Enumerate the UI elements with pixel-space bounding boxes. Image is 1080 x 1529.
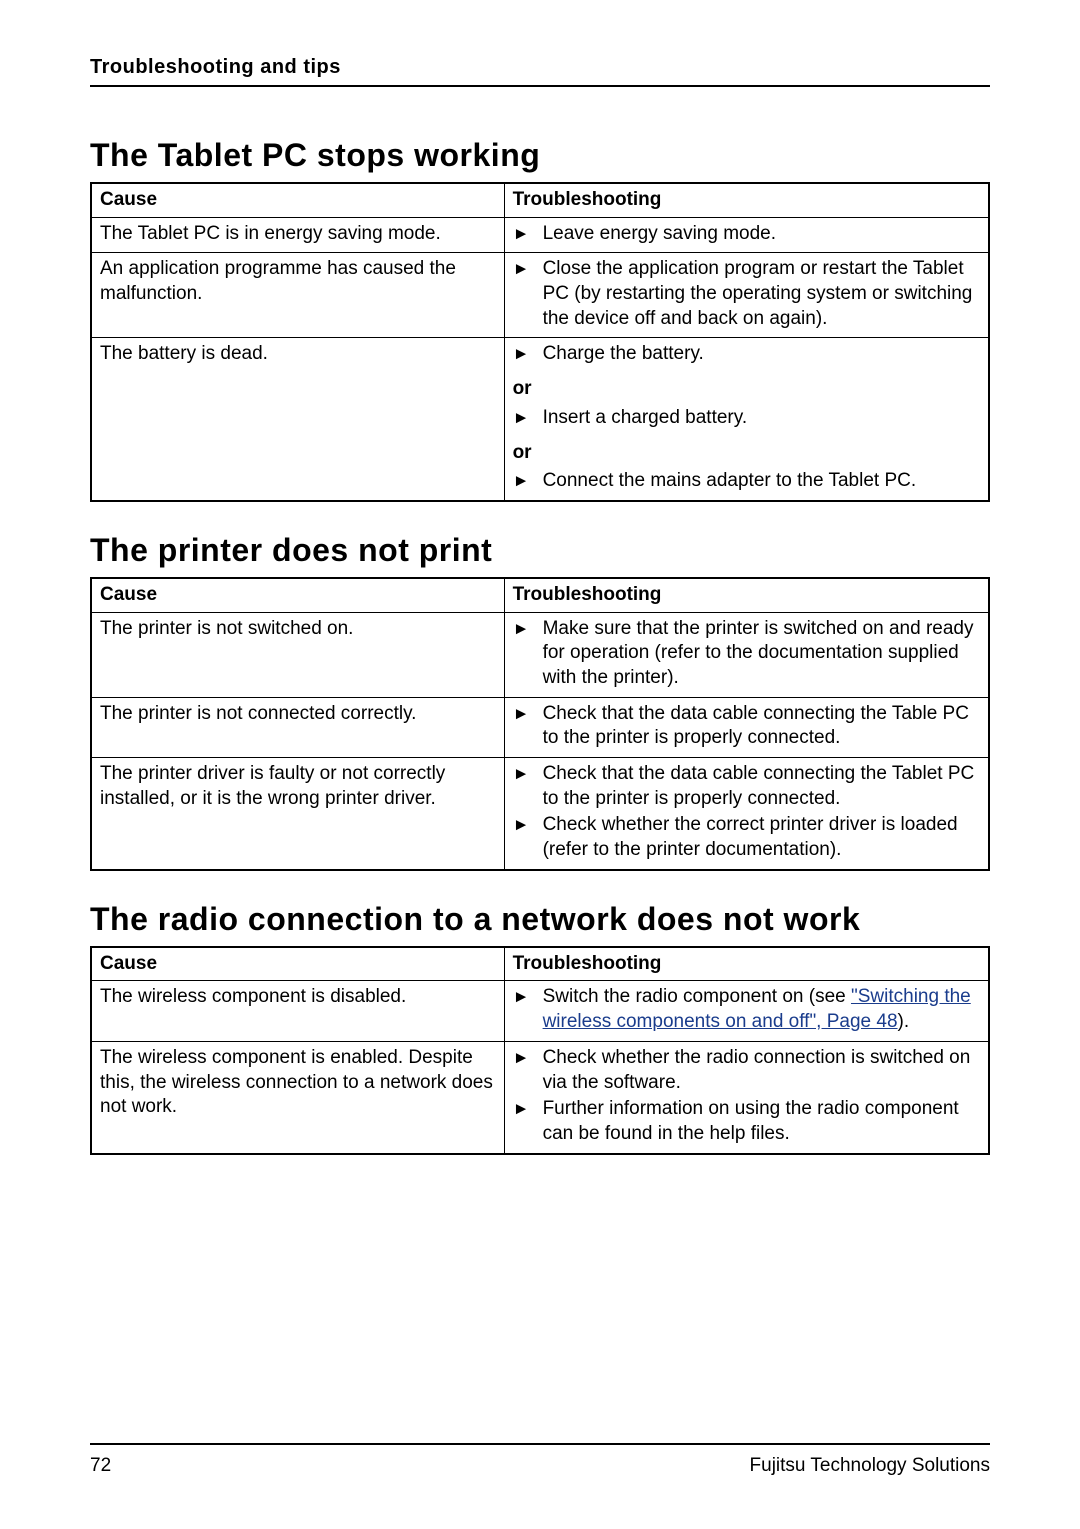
col-header-cause: Cause [91, 183, 504, 217]
footer-brand: Fujitsu Technology Solutions [750, 1455, 990, 1477]
or-separator: or [513, 377, 980, 402]
col-header-cause: Cause [91, 947, 504, 981]
or-separator: or [513, 441, 980, 466]
action-marker-icon: ► [513, 342, 543, 366]
table-row: The printer driver is faulty or not corr… [91, 758, 989, 870]
col-header-troubleshooting: Troubleshooting [504, 183, 989, 217]
fix-cell: ► Check whether the radio connection is … [504, 1041, 989, 1153]
section-heading-tablet-stops: The Tablet PC stops working [90, 137, 990, 174]
page-footer: 72 Fujitsu Technology Solutions [90, 1443, 990, 1477]
action-marker-icon: ► [513, 469, 543, 493]
action-text: Leave energy saving mode. [543, 222, 980, 247]
action-text-after: ). [898, 1011, 910, 1032]
col-header-troubleshooting: Troubleshooting [504, 578, 989, 612]
action-text: Check whether the radio connection is sw… [543, 1046, 980, 1095]
fix-cell: ► Check that the data cable connecting t… [504, 758, 989, 870]
col-header-troubleshooting: Troubleshooting [504, 947, 989, 981]
table-row: The printer is not connected correctly. … [91, 697, 989, 757]
action-marker-icon: ► [513, 1097, 543, 1121]
page-number: 72 [90, 1455, 111, 1477]
table-tablet-stops: Cause Troubleshooting The Tablet PC is i… [90, 182, 990, 502]
action-text: Check whether the correct printer driver… [543, 813, 980, 862]
fix-cell: ► Close the application program or resta… [504, 253, 989, 338]
action-text: Connect the mains adapter to the Tablet … [543, 469, 980, 494]
action-text: Insert a charged battery. [543, 406, 980, 431]
action-text: Make sure that the printer is switched o… [543, 617, 980, 691]
cause-cell: The printer is not connected correctly. [91, 697, 504, 757]
action-marker-icon: ► [513, 406, 543, 430]
table-row: The battery is dead. ► Charge the batter… [91, 338, 989, 501]
table-row: An application programme has caused the … [91, 253, 989, 338]
section-heading-printer: The printer does not print [90, 532, 990, 569]
action-text-before: Switch the radio component on (see [543, 986, 851, 1007]
table-row: The Tablet PC is in energy saving mode. … [91, 217, 989, 253]
action-marker-icon: ► [513, 617, 543, 641]
action-text: Switch the radio component on (see "Swit… [543, 985, 980, 1034]
page: Troubleshooting and tips The Tablet PC s… [0, 0, 1080, 1529]
action-text: Further information on using the radio c… [543, 1097, 980, 1146]
fix-cell: ► Switch the radio component on (see "Sw… [504, 981, 989, 1041]
action-marker-icon: ► [513, 222, 543, 246]
action-text: Charge the battery. [543, 342, 980, 367]
cause-cell: The printer is not switched on. [91, 612, 504, 697]
cause-cell: The wireless component is disabled. [91, 981, 504, 1041]
action-marker-icon: ► [513, 702, 543, 726]
cause-cell: The Tablet PC is in energy saving mode. [91, 217, 504, 253]
fix-cell: ► Make sure that the printer is switched… [504, 612, 989, 697]
action-text: Close the application program or restart… [543, 257, 980, 331]
footer-rule [90, 1443, 990, 1445]
section-heading-radio: The radio connection to a network does n… [90, 901, 990, 938]
header-rule [90, 85, 990, 87]
fix-cell: ► Leave energy saving mode. [504, 217, 989, 253]
col-header-cause: Cause [91, 578, 504, 612]
action-text: Check that the data cable connecting the… [543, 702, 980, 751]
action-marker-icon: ► [513, 1046, 543, 1070]
table-radio: Cause Troubleshooting The wireless compo… [90, 946, 990, 1155]
cause-cell: The wireless component is enabled. Despi… [91, 1041, 504, 1153]
fix-cell: ► Charge the battery. or ► Insert a char… [504, 338, 989, 501]
table-printer: Cause Troubleshooting The printer is not… [90, 577, 990, 871]
action-marker-icon: ► [513, 762, 543, 786]
table-row: The wireless component is disabled. ► Sw… [91, 981, 989, 1041]
cause-cell: An application programme has caused the … [91, 253, 504, 338]
action-marker-icon: ► [513, 257, 543, 281]
action-text: Check that the data cable connecting the… [543, 762, 980, 811]
cause-cell: The battery is dead. [91, 338, 504, 501]
fix-cell: ► Check that the data cable connecting t… [504, 697, 989, 757]
table-row: The printer is not switched on. ► Make s… [91, 612, 989, 697]
running-header: Troubleshooting and tips [90, 56, 990, 79]
cause-cell: The printer driver is faulty or not corr… [91, 758, 504, 870]
action-marker-icon: ► [513, 985, 543, 1009]
table-row: The wireless component is enabled. Despi… [91, 1041, 989, 1153]
action-marker-icon: ► [513, 813, 543, 837]
